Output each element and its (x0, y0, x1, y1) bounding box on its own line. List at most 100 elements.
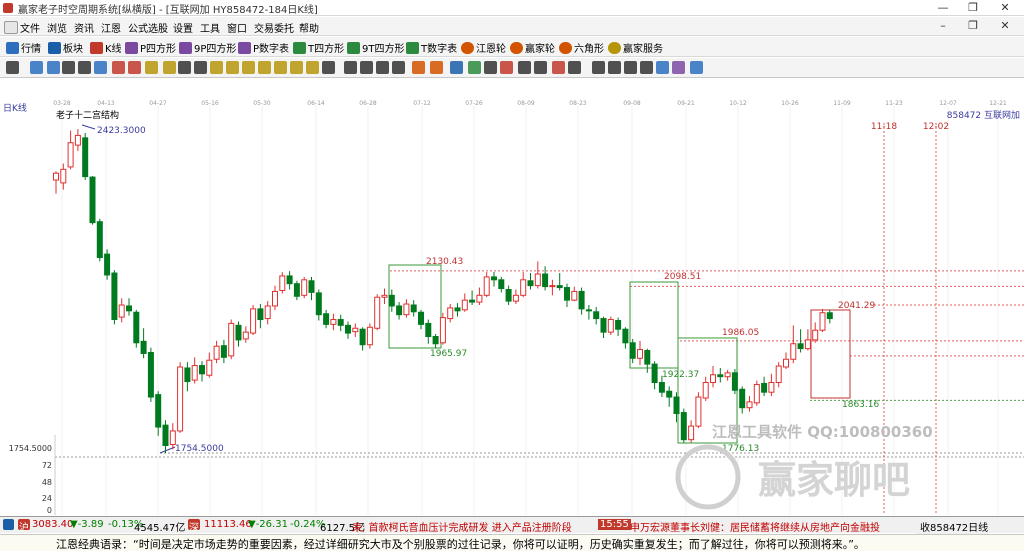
toolbar-tool-16-icon[interactable] (258, 61, 271, 74)
chart-header: 日K线老子十二宫结构 858472 互联网加 (3, 102, 1020, 121)
toolbar-tool-18-icon[interactable] (290, 61, 303, 74)
nav-kline[interactable]: K线 (90, 40, 122, 55)
child-close-button[interactable]: ✕ (998, 19, 1012, 32)
nav-t-table[interactable]: T数字表 (406, 40, 457, 55)
toolbar-tool-39-icon[interactable] (656, 61, 669, 74)
candle-body-up (439, 317, 446, 344)
maximize-button[interactable]: ❐ (958, 0, 988, 16)
menu-formula[interactable]: 公式选股 (128, 20, 168, 35)
candle-body-down (454, 307, 461, 312)
toolbar-tool-34-icon[interactable] (568, 61, 581, 74)
menu-browse[interactable]: 浏览 (47, 20, 67, 35)
watermark-text: 江恩工具软件 QQ:100800360 (712, 423, 933, 441)
toolbar-tool-11-icon[interactable] (178, 61, 191, 74)
candle-body-down (564, 287, 570, 301)
candle-body-down (396, 305, 403, 316)
nav-service[interactable]: 赢家服务 (608, 40, 663, 55)
toolbar-tool-13-icon[interactable] (210, 61, 223, 74)
toolbar-tool-7-icon[interactable] (112, 61, 125, 74)
nav-9p-square[interactable]: 9P四方形 (179, 40, 236, 55)
candle-series (53, 129, 833, 454)
nav-t-square[interactable]: T四方形 (293, 40, 344, 55)
menu-gann[interactable]: 江恩 (101, 20, 121, 35)
toolbar-tool-3-icon[interactable] (47, 61, 60, 74)
toolbar-tool-24-icon[interactable] (392, 61, 405, 74)
candle-body-down (585, 309, 592, 312)
t-square-icon (293, 42, 306, 54)
toolbar-tool-37-icon[interactable] (624, 61, 637, 74)
toolbar-tool-8-icon[interactable] (128, 61, 141, 74)
toolbar-tool-32-icon[interactable] (534, 61, 547, 74)
toolbar-tool-28-icon[interactable] (468, 61, 481, 74)
news-ticker-2[interactable]: 申万宏源董事长刘健：居民储蓄将继续从房地产向金融投 (630, 519, 880, 534)
candle-body-down (578, 290, 585, 310)
menu-window[interactable]: 窗口 (227, 20, 247, 35)
toolbar-tool-1-icon[interactable] (6, 61, 19, 74)
toolbar-tool-5-icon[interactable] (78, 61, 91, 74)
candle-body-down (337, 319, 344, 326)
toolbar-tool-40-icon[interactable] (672, 61, 685, 74)
system-menu-icon[interactable] (4, 21, 18, 34)
sh-volume: 4545.47亿 (134, 523, 186, 534)
candle-body-down (797, 343, 804, 350)
toolbar-tool-9-icon[interactable] (145, 61, 158, 74)
y-axis: 1754.5000 72 48 24 0 (9, 435, 56, 515)
child-minimize-button[interactable]: – (936, 19, 950, 32)
toolbar-tool-35-icon[interactable] (592, 61, 605, 74)
nav-gann-wheel[interactable]: 江恩轮 (461, 40, 506, 55)
menu-trade[interactable]: 交易委托 (254, 20, 294, 35)
toolbar-tool-15-icon[interactable] (242, 61, 255, 74)
close-button[interactable]: ✕ (990, 0, 1020, 16)
candle-body-up (520, 279, 527, 296)
toolbar-tool-4-icon[interactable] (62, 61, 75, 74)
toolbar-tool-21-icon[interactable] (344, 61, 357, 74)
toolbar-tool-29-icon[interactable] (484, 61, 497, 74)
candle-body-down (184, 367, 191, 383)
menu-news[interactable]: 资讯 (74, 20, 94, 35)
toolbar-tool-41-icon[interactable] (690, 61, 703, 74)
candle-body-down (615, 320, 622, 330)
toolbar-tool-19-icon[interactable] (306, 61, 319, 74)
toolbar-tool-17-icon[interactable] (274, 61, 287, 74)
toolbar-tool-27-icon[interactable] (450, 61, 463, 74)
toolbar-tool-23-icon[interactable] (376, 61, 389, 74)
menu-tools[interactable]: 工具 (200, 20, 220, 35)
kline-icon (90, 42, 103, 54)
toolbar-tool-26-icon[interactable] (430, 61, 443, 74)
toolbar-tool-12-icon[interactable] (194, 61, 207, 74)
candle-body-down (593, 311, 600, 320)
toolbar-tool-36-icon[interactable] (608, 61, 621, 74)
toolbar-tool-38-icon[interactable] (640, 61, 653, 74)
nav-9t-square[interactable]: 9T四方形 (347, 40, 404, 55)
nav-sector[interactable]: 板块 (48, 40, 83, 55)
candle-body-down (761, 382, 768, 393)
toolbar-tool-2-icon[interactable] (30, 61, 43, 74)
toolbar-tool-6-icon[interactable] (94, 61, 107, 74)
toolbar-tool-25-icon[interactable] (412, 61, 425, 74)
toolbar-tool-30-icon[interactable] (500, 61, 513, 74)
menu-help[interactable]: 帮助 (299, 20, 319, 35)
nav-hexagon[interactable]: 六角形 (559, 40, 604, 55)
child-restore-button[interactable]: ❐ (966, 19, 980, 32)
toolbar-tool-14-icon[interactable] (226, 61, 239, 74)
minimize-button[interactable]: — (928, 0, 958, 16)
news-ticker-1[interactable]: 耒; 首款柯氏音血压计完成研发 进入产品注册阶段 (352, 519, 572, 534)
toolbar-tool-22-icon[interactable] (360, 61, 373, 74)
market-icon[interactable] (3, 519, 14, 530)
toolbar-tool-31-icon[interactable] (518, 61, 531, 74)
menu-file[interactable]: 文件 (20, 20, 40, 35)
toolbar-tool-10-icon[interactable] (163, 61, 176, 74)
nav-p-square[interactable]: P四方形 (125, 40, 176, 55)
nav-p-table[interactable]: P数字表 (238, 40, 289, 55)
toolbar-tool-33-icon[interactable] (552, 61, 565, 74)
indicator-label: 老子十二宫结构 (56, 109, 119, 121)
candle-body-down (418, 311, 424, 325)
menu-settings[interactable]: 设置 (173, 20, 193, 35)
nav-winner-wheel[interactable]: 赢家轮 (510, 40, 555, 55)
candle-body-down (680, 412, 687, 441)
candle-body-down (491, 276, 497, 281)
kline-chart[interactable]: 11-18 12-02 1754.5000 72 48 24 0 2423.3000 175… (0, 95, 1024, 515)
toolbar-tool-20-icon[interactable] (322, 61, 335, 74)
candle-body-up (819, 312, 826, 331)
nav-quote[interactable]: 行情 (6, 40, 41, 55)
